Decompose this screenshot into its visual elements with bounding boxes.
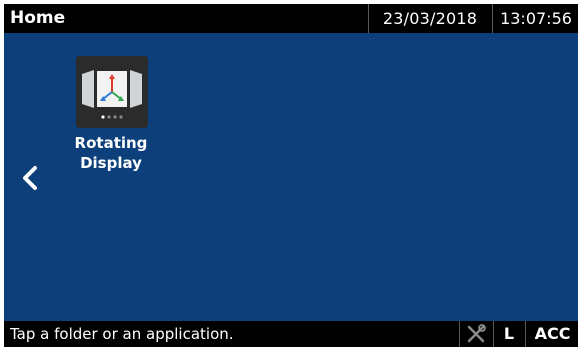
- app-label-line2: Display: [80, 154, 142, 172]
- app-label-line1: Rotating: [74, 134, 148, 152]
- rotating-display-icon[interactable]: [76, 56, 148, 128]
- status-message: Tap a folder or an application.: [10, 325, 234, 343]
- app-label: Rotating Display: [60, 133, 162, 173]
- chevron-left-icon[interactable]: [18, 164, 42, 192]
- tools-button[interactable]: [459, 321, 492, 347]
- acc-indicator: ACC: [525, 321, 578, 347]
- title-bar: Home 23/03/2018 13:07:56: [4, 4, 578, 33]
- time-display: 13:07:56: [492, 4, 578, 33]
- page-title: Home: [10, 8, 66, 28]
- home-screen: Home 23/03/2018 13:07:56 Rotating Displa…: [4, 4, 578, 347]
- status-bar: Tap a folder or an application. L ACC: [4, 321, 578, 347]
- tools-icon: [467, 323, 486, 342]
- date-display: 23/03/2018: [368, 4, 491, 33]
- lock-indicator: L: [493, 321, 524, 347]
